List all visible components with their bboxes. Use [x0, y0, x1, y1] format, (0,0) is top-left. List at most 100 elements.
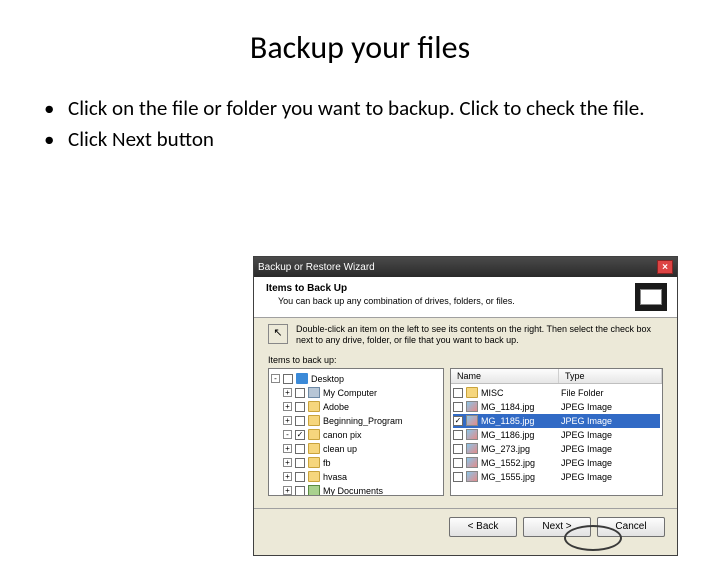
folder-tree[interactable]: - Desktop + My Computer + Adobe + Beginning_Pro…	[268, 368, 444, 496]
file-icon	[466, 443, 478, 454]
expander-icon[interactable]: -	[283, 430, 292, 439]
checkbox[interactable]: ✓	[453, 416, 463, 426]
expander-icon[interactable]: +	[283, 444, 292, 453]
checkbox[interactable]	[295, 444, 305, 454]
wizard-footer: < Back Next > Cancel	[254, 509, 677, 547]
checkbox[interactable]	[453, 458, 463, 468]
tree-label: clean up	[323, 444, 441, 454]
checkbox[interactable]	[453, 472, 463, 482]
titlebar-text: Backup or Restore Wizard	[258, 262, 657, 273]
list-header[interactable]: Name Type	[451, 369, 662, 384]
folder-icon	[296, 373, 308, 384]
expander-icon[interactable]: +	[283, 402, 292, 411]
file-icon	[466, 415, 478, 426]
checkbox[interactable]	[295, 402, 305, 412]
checkbox[interactable]	[453, 402, 463, 412]
next-button[interactable]: Next >	[523, 517, 591, 537]
expander-icon[interactable]: +	[283, 472, 292, 481]
checkbox[interactable]: ✓	[295, 430, 305, 440]
checkbox[interactable]	[295, 472, 305, 482]
file-name: MG_1555.jpg	[481, 472, 561, 482]
folder-icon	[308, 485, 320, 496]
file-name: MG_1186.jpg	[481, 430, 561, 440]
tree-row[interactable]: -✓ canon pix	[271, 428, 441, 442]
tree-label: Desktop	[311, 374, 441, 384]
header-title: Items to Back Up	[266, 283, 635, 294]
file-icon	[466, 471, 478, 482]
expander-icon[interactable]: +	[283, 388, 292, 397]
file-type: File Folder	[561, 388, 643, 398]
file-type: JPEG Image	[561, 416, 643, 426]
file-icon	[466, 401, 478, 412]
tree-row[interactable]: - Desktop	[271, 372, 441, 386]
checkbox[interactable]	[295, 416, 305, 426]
tree-label: Adobe	[323, 402, 441, 412]
file-icon	[466, 387, 478, 398]
section-label: Items to back up:	[268, 355, 663, 365]
tree-row[interactable]: + hvasa	[271, 470, 441, 484]
checkbox[interactable]	[453, 444, 463, 454]
tree-label: My Documents	[323, 486, 441, 496]
tree-row[interactable]: + Beginning_Program	[271, 414, 441, 428]
col-type[interactable]: Type	[559, 369, 662, 383]
file-type: JPEG Image	[561, 444, 643, 454]
checkbox[interactable]	[453, 430, 463, 440]
tree-label: Beginning_Program	[323, 416, 441, 426]
titlebar[interactable]: Backup or Restore Wizard ×	[254, 257, 677, 277]
cursor-checkbox-icon: ↖	[268, 324, 288, 344]
tree-label: hvasa	[323, 472, 441, 482]
file-type: JPEG Image	[561, 430, 643, 440]
header-subtitle: You can back up any combination of drive…	[266, 296, 635, 306]
slide-bullets: Click on the file or folder you want to …	[44, 95, 720, 153]
file-type: JPEG Image	[561, 402, 643, 412]
wizard-header-icon	[635, 283, 667, 311]
wizard-header: Items to Back Up You can back up any com…	[254, 277, 677, 318]
tree-row[interactable]: + My Documents	[271, 484, 441, 496]
expander-icon[interactable]: +	[283, 458, 292, 467]
bullet-1: Click on the file or folder you want to …	[44, 95, 720, 122]
list-row[interactable]: MG_1555.jpgJPEG Image	[453, 470, 660, 484]
checkbox[interactable]	[453, 388, 463, 398]
checkbox[interactable]	[283, 374, 293, 384]
list-row[interactable]: MG_273.jpgJPEG Image	[453, 442, 660, 456]
expander-icon[interactable]: -	[271, 374, 280, 383]
file-name: MG_1184.jpg	[481, 402, 561, 412]
file-icon	[466, 429, 478, 440]
close-icon[interactable]: ×	[657, 260, 673, 274]
checkbox[interactable]	[295, 388, 305, 398]
file-name: MG_1185.jpg	[481, 416, 561, 426]
tree-row[interactable]: + fb	[271, 456, 441, 470]
list-row[interactable]: ✓ MG_1185.jpgJPEG Image	[453, 414, 660, 428]
folder-icon	[308, 471, 320, 482]
slide-title: Backup your files	[0, 28, 720, 67]
folder-icon	[308, 415, 320, 426]
back-button[interactable]: < Back	[449, 517, 517, 537]
tree-row[interactable]: + clean up	[271, 442, 441, 456]
list-row[interactable]: MG_1552.jpgJPEG Image	[453, 456, 660, 470]
col-name[interactable]: Name	[451, 369, 559, 383]
checkbox[interactable]	[295, 458, 305, 468]
list-row[interactable]: MISCFile Folder	[453, 386, 660, 400]
folder-icon	[308, 457, 320, 468]
tree-row[interactable]: + Adobe	[271, 400, 441, 414]
tree-label: canon pix	[323, 430, 441, 440]
file-type: JPEG Image	[561, 472, 643, 482]
file-type: JPEG Image	[561, 458, 643, 468]
checkbox[interactable]	[295, 486, 305, 496]
folder-icon	[308, 429, 320, 440]
file-name: MG_1552.jpg	[481, 458, 561, 468]
folder-icon	[308, 443, 320, 454]
bullet-2: Click Next button	[44, 126, 720, 153]
tree-row[interactable]: + My Computer	[271, 386, 441, 400]
expander-icon[interactable]: +	[283, 486, 292, 495]
file-list[interactable]: Name Type MISCFile FolderMG_1184.jpgJPEG…	[450, 368, 663, 496]
tree-label: fb	[323, 458, 441, 468]
list-row[interactable]: MG_1184.jpgJPEG Image	[453, 400, 660, 414]
list-row[interactable]: MG_1186.jpgJPEG Image	[453, 428, 660, 442]
folder-icon	[308, 401, 320, 412]
instruction-row: ↖ Double-click an item on the left to se…	[268, 324, 663, 347]
backup-wizard-window: Backup or Restore Wizard × Items to Back…	[253, 256, 678, 556]
expander-icon[interactable]: +	[283, 416, 292, 425]
tree-label: My Computer	[323, 388, 441, 398]
cancel-button[interactable]: Cancel	[597, 517, 665, 537]
